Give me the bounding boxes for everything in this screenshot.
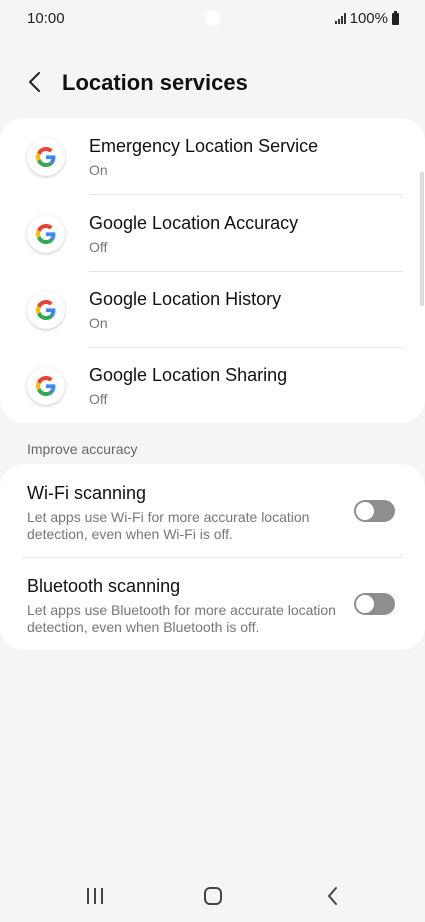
bluetooth-scanning-toggle[interactable]	[354, 593, 395, 615]
service-title: Google Location History	[89, 289, 282, 309]
chevron-left-icon[interactable]	[22, 68, 50, 96]
signal-icon	[334, 13, 346, 24]
toggle-description: Let apps use Wi-Fi for more accurate loc…	[27, 509, 310, 542]
service-title: Google Location Accuracy	[89, 213, 299, 233]
google-icon	[27, 291, 65, 329]
status-bar: 10:00 100%	[0, 0, 425, 38]
google-icon	[27, 367, 65, 405]
toggle-knob	[355, 501, 375, 521]
page-title: Location services	[62, 70, 248, 95]
wifi-scanning-item[interactable]: Wi-Fi scanning Let apps use Wi-Fi for mo…	[0, 464, 425, 557]
status-time: 10:00	[27, 10, 65, 27]
bluetooth-scanning-item[interactable]: Bluetooth scanning Let apps use Bluetoot…	[0, 557, 425, 650]
location-services-card: Emergency Location Service On Google Loc…	[0, 118, 425, 423]
home-icon[interactable]	[198, 882, 228, 910]
service-status: On	[89, 315, 108, 331]
back-icon[interactable]	[318, 882, 348, 910]
front-camera	[205, 10, 221, 26]
service-item-location-accuracy[interactable]: Google Location Accuracy Off	[0, 195, 425, 271]
improve-accuracy-card: Wi-Fi scanning Let apps use Wi-Fi for mo…	[0, 464, 425, 650]
wifi-scanning-toggle[interactable]	[354, 500, 395, 522]
recent-apps-icon[interactable]	[80, 882, 110, 910]
scrollbar-thumb[interactable]	[420, 172, 424, 306]
service-status: Off	[89, 391, 108, 407]
service-item-location-sharing[interactable]: Google Location Sharing Off	[0, 347, 425, 423]
google-icon	[27, 215, 65, 253]
section-label-improve-accuracy: Improve accuracy	[27, 441, 138, 457]
screen: 10:00 100% Location services Emergency L…	[0, 0, 425, 922]
header: Location services	[0, 60, 425, 108]
battery-percent: 100%	[349, 10, 388, 27]
service-status: On	[89, 162, 108, 178]
google-icon	[27, 138, 65, 176]
toggle-title: Bluetooth scanning	[27, 576, 181, 596]
service-title: Emergency Location Service	[89, 136, 319, 156]
toggle-knob	[355, 594, 375, 614]
service-item-emergency-location[interactable]: Emergency Location Service On	[0, 118, 425, 194]
status-right: 100%	[334, 10, 399, 27]
battery-icon	[392, 10, 399, 25]
service-item-location-history[interactable]: Google Location History On	[0, 271, 425, 347]
toggle-description: Let apps use Bluetooth for more accurate…	[27, 602, 336, 635]
toggle-title: Wi-Fi scanning	[27, 483, 147, 503]
navigation-bar	[0, 868, 425, 922]
service-title: Google Location Sharing	[89, 365, 288, 385]
service-status: Off	[89, 239, 108, 255]
